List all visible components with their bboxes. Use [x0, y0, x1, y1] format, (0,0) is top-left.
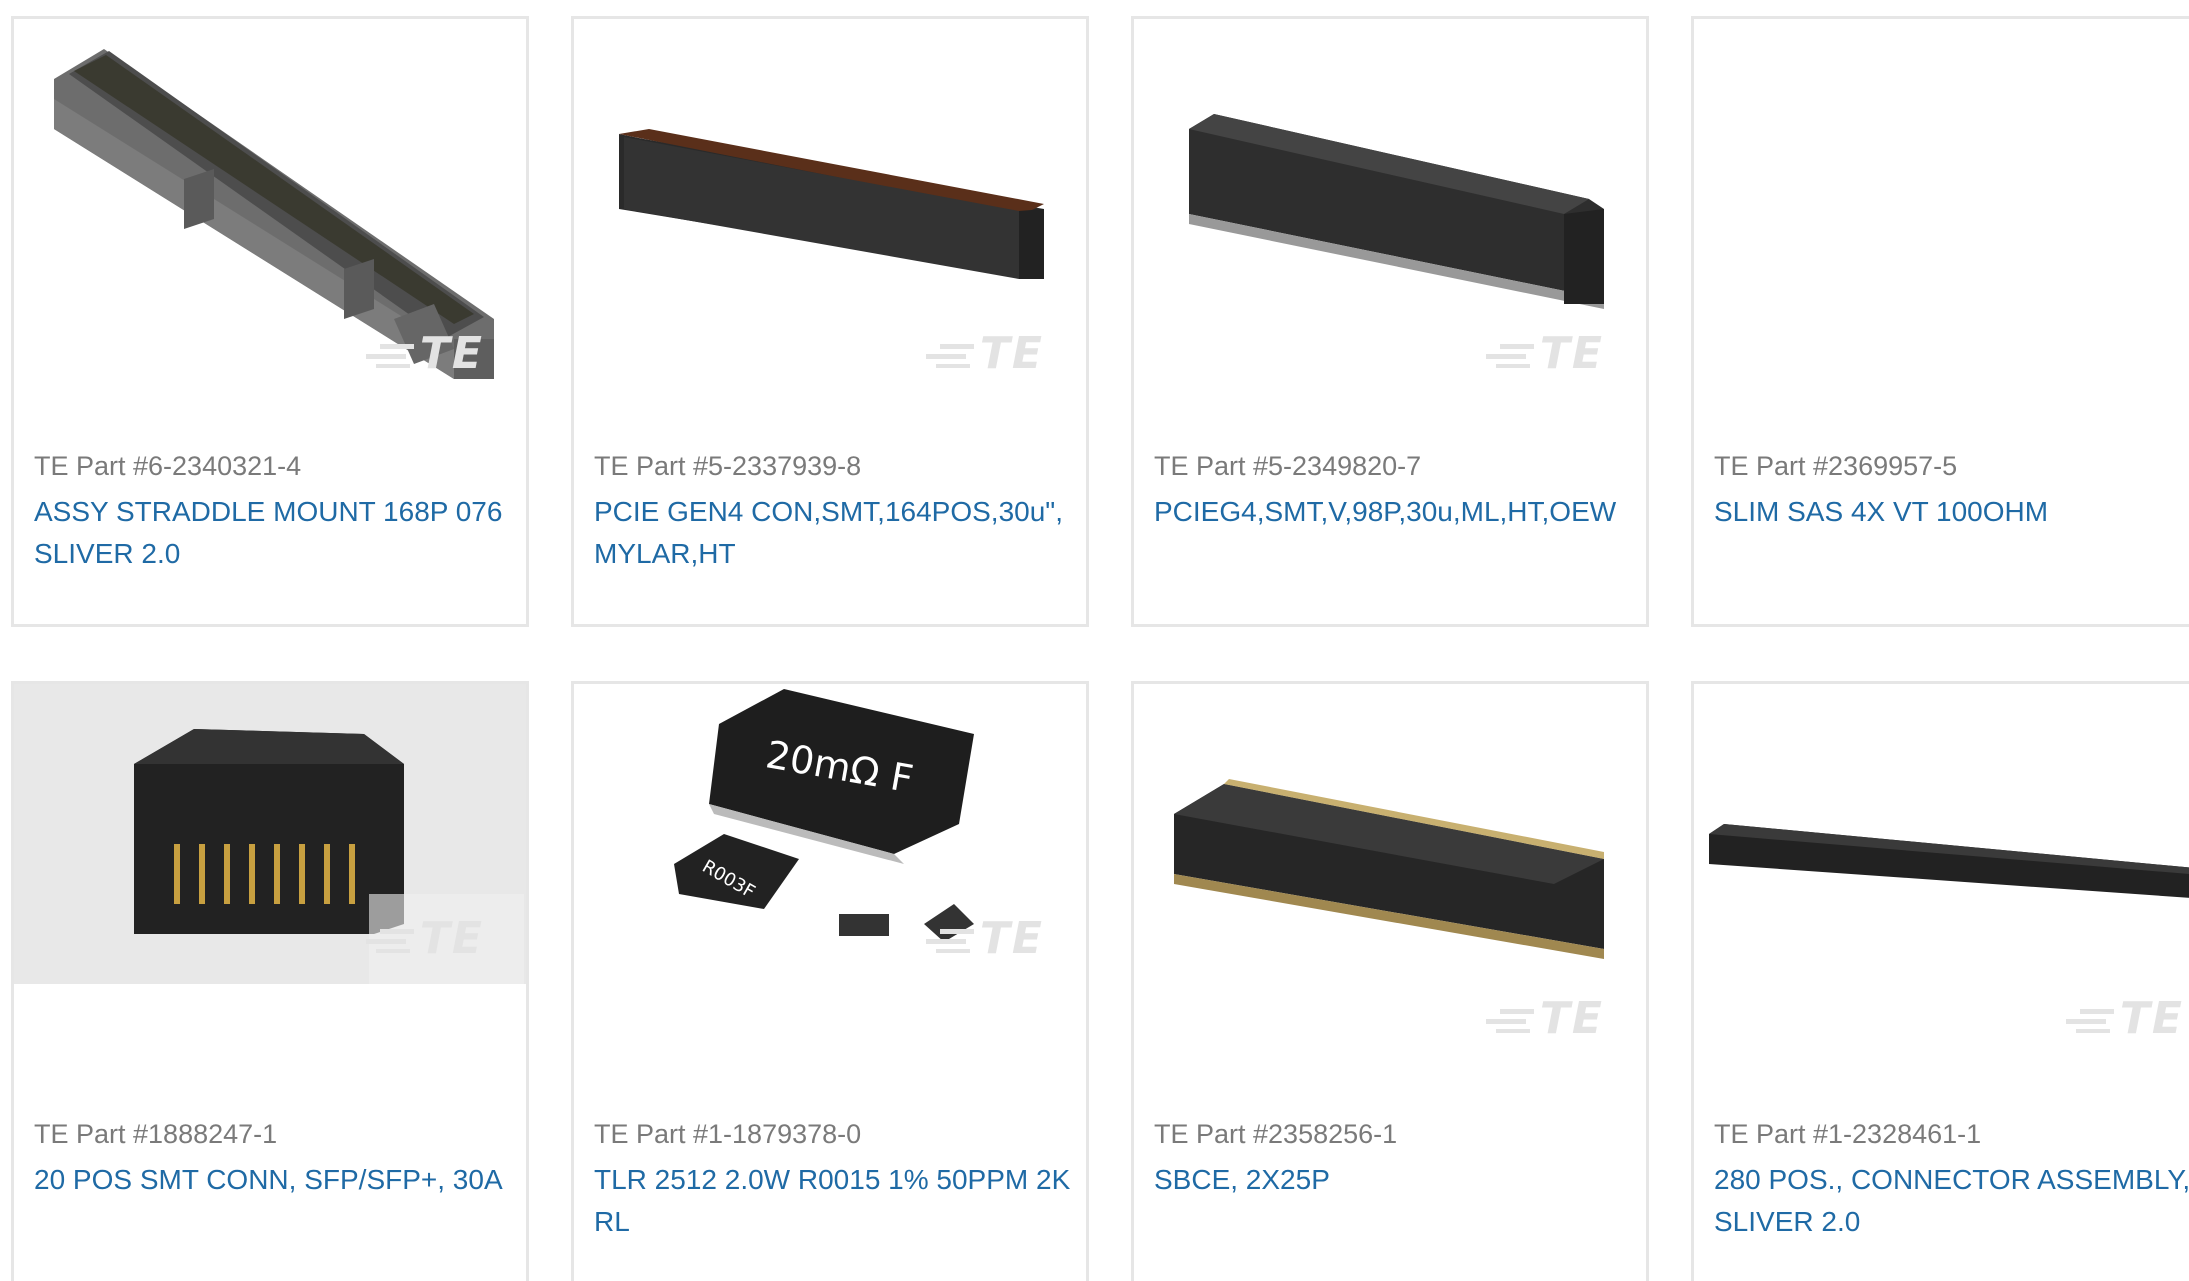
pcie-connector-image[interactable]: TE: [574, 19, 1086, 409]
product-card[interactable]: TE Part #2369957-5 SLIM SAS 4X VT 100OHM: [1691, 16, 2189, 627]
product-description-link[interactable]: TLR 2512 2.0W R0015 1% 50PPM 2K RL: [594, 1159, 1074, 1243]
te-watermark-icon: TE: [365, 328, 484, 379]
product-card[interactable]: TE TE Part #1888247-1 20 POS SMT CONN, S…: [11, 681, 529, 1281]
te-watermark-icon: TE: [2065, 993, 2184, 1044]
card-edge-connector-image[interactable]: TE: [1134, 684, 1646, 1074]
product-card[interactable]: TE TE Part #5-2337939-8 PCIE GEN4 CON,SM…: [571, 16, 1089, 627]
product-description-link[interactable]: 20 POS SMT CONN, SFP/SFP+, 30A: [34, 1159, 514, 1201]
product-card[interactable]: TE TE Part #5-2349820-7 PCIEG4,SMT,V,98P…: [1131, 16, 1649, 627]
product-description-link[interactable]: PCIE GEN4 CON,SMT,164POS,30u", MYLAR,HT: [594, 491, 1064, 575]
part-number: TE Part #1-2328461-1: [1714, 1119, 1982, 1149]
product-description-link[interactable]: SBCE, 2X25P: [1154, 1159, 1634, 1201]
te-watermark-icon: TE: [365, 913, 484, 964]
slim-sas-connector-image[interactable]: [1694, 19, 2189, 409]
product-card[interactable]: TE TE Part #2358256-1 SBCE, 2X25P: [1131, 681, 1649, 1281]
part-number: TE Part #2358256-1: [1154, 1119, 1398, 1149]
te-watermark-icon: TE: [1485, 328, 1604, 379]
part-number: TE Part #5-2337939-8: [594, 451, 862, 481]
sliver-connector-image[interactable]: TE: [1694, 684, 2189, 1074]
part-number: TE Part #1-1879378-0: [594, 1119, 862, 1149]
product-description-link[interactable]: SLIM SAS 4X VT 100OHM: [1714, 491, 2184, 533]
te-watermark-icon: TE: [925, 913, 1044, 964]
product-description-link[interactable]: PCIEG4,SMT,V,98P,30u,ML,HT,OEW: [1154, 491, 1624, 533]
product-card[interactable]: 20mΩ F R003F TE TE Part #1-1879378-0 TLR…: [571, 681, 1089, 1281]
sfp-connector-image[interactable]: TE: [14, 684, 526, 984]
part-number: TE Part #5-2349820-7: [1154, 451, 1422, 481]
product-card[interactable]: TE TE Part #1-2328461-1 280 POS., CONNEC…: [1691, 681, 2189, 1281]
product-description-link[interactable]: 280 POS., CONNECTOR ASSEMBLY, SLIVER 2.0: [1714, 1159, 2189, 1243]
product-description-link[interactable]: ASSY STRADDLE MOUNT 168P 076 SLIVER 2.0: [34, 491, 504, 575]
pcie-vertical-connector-image[interactable]: TE: [1134, 19, 1646, 409]
te-watermark-icon: TE: [1485, 993, 1604, 1044]
part-number: TE Part #6-2340321-4: [34, 451, 302, 481]
product-grid: TE TE Part #6-2340321-4 ASSY STRADDLE MO…: [11, 16, 2189, 1281]
product-card[interactable]: TE TE Part #6-2340321-4 ASSY STRADDLE MO…: [11, 16, 529, 627]
part-number: TE Part #1888247-1: [34, 1119, 278, 1149]
part-number: TE Part #2369957-5: [1714, 451, 1958, 481]
te-watermark-icon: TE: [925, 328, 1044, 379]
straddle-mount-connector-image[interactable]: TE: [14, 19, 526, 409]
resistor-image[interactable]: 20mΩ F R003F TE: [574, 684, 1086, 984]
